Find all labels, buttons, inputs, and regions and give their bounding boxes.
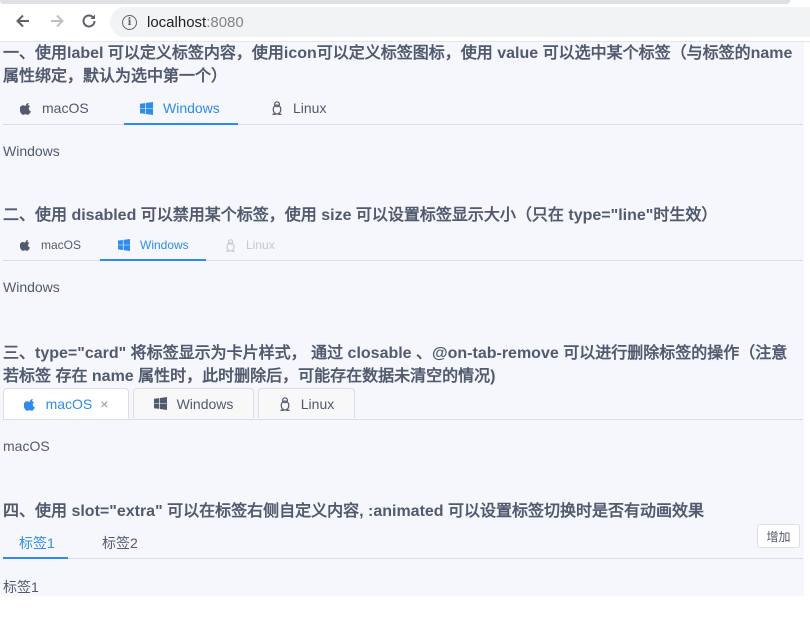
apple-icon bbox=[20, 102, 32, 115]
tab-linux[interactable]: Linux bbox=[271, 100, 326, 116]
tab-windows[interactable]: Windows bbox=[133, 388, 254, 418]
linux-icon bbox=[271, 101, 283, 115]
section2-content: Windows bbox=[3, 279, 60, 295]
windows-icon bbox=[153, 397, 167, 410]
tab-strip bbox=[0, 0, 790, 4]
tab-linux[interactable]: Linux bbox=[258, 388, 355, 418]
section4-tab-bar: 标签1 标签2 增加 bbox=[3, 524, 803, 559]
page-content: 一、使用label 可以定义标签内容，使用icon可以定义标签图标，使用 val… bbox=[0, 42, 804, 596]
active-tab-ink-bar bbox=[3, 557, 68, 559]
tab-linux-disabled: Linux bbox=[225, 238, 275, 252]
tab-label: Linux bbox=[293, 100, 327, 116]
section2-title: 二、使用 disabled 可以禁用某个标签，使用 size 可以设置标签显示大… bbox=[3, 207, 718, 224]
section4-content: 标签1 bbox=[3, 579, 39, 595]
tab-macos[interactable]: macOS bbox=[20, 238, 81, 252]
browser-toolbar: i localhost:8080 bbox=[0, 0, 810, 42]
section3-title: 三、type="card" 将标签显示为卡片样式， 通过 closable 、@… bbox=[3, 345, 788, 385]
reload-icon[interactable] bbox=[78, 10, 100, 32]
apple-icon bbox=[23, 398, 36, 411]
tab-label: Linux bbox=[300, 395, 335, 412]
tab-label: Linux bbox=[246, 238, 275, 252]
add-button[interactable]: 增加 bbox=[757, 524, 800, 548]
tab-macos[interactable]: macOS × bbox=[3, 388, 129, 419]
close-icon[interactable]: × bbox=[100, 396, 108, 412]
tab-label: Windows bbox=[176, 395, 234, 412]
section1-title: 一、使用label 可以定义标签内容，使用icon可以定义标签图标，使用 val… bbox=[3, 45, 793, 85]
section1-content: Windows bbox=[3, 143, 60, 159]
address-bar[interactable]: i localhost:8080 bbox=[110, 7, 810, 37]
tab-label: Windows bbox=[140, 238, 189, 252]
tab-label: 标签1 bbox=[19, 535, 55, 551]
tab-label-1[interactable]: 标签1 bbox=[19, 533, 55, 553]
section1-tab-bar: macOS Windows Linux bbox=[3, 94, 803, 125]
section3-content: macOS bbox=[3, 438, 50, 454]
active-tab-ink-bar bbox=[100, 259, 206, 261]
linux-icon bbox=[279, 396, 291, 411]
section3-tab-bar: macOS × Windows Linux bbox=[3, 388, 803, 420]
tab-macos[interactable]: macOS bbox=[20, 100, 89, 116]
arrow-right-icon[interactable] bbox=[46, 10, 68, 32]
section2-tab-bar: macOS Windows Linux bbox=[3, 232, 803, 261]
windows-icon bbox=[140, 101, 153, 115]
tab-label: macOS bbox=[45, 396, 93, 412]
tab-label: 标签2 bbox=[102, 535, 138, 551]
windows-icon bbox=[118, 239, 130, 251]
apple-icon bbox=[20, 239, 31, 251]
info-icon[interactable]: i bbox=[122, 14, 137, 30]
tab-label: macOS bbox=[41, 238, 82, 252]
url-port: :8080 bbox=[206, 13, 244, 31]
tab-label-2[interactable]: 标签2 bbox=[102, 533, 138, 553]
tab-label: Windows bbox=[163, 100, 220, 116]
url-host: localhost bbox=[147, 13, 207, 31]
active-tab-ink-bar bbox=[124, 123, 238, 125]
tab-windows[interactable]: Windows bbox=[140, 100, 220, 116]
arrow-left-icon[interactable] bbox=[12, 10, 34, 32]
tab-label: macOS bbox=[42, 100, 89, 116]
tab-windows[interactable]: Windows bbox=[118, 238, 189, 252]
section4-title: 四、使用 slot="extra" 可以在标签右侧自定义内容, :animate… bbox=[3, 503, 705, 520]
linux-icon bbox=[225, 238, 236, 252]
